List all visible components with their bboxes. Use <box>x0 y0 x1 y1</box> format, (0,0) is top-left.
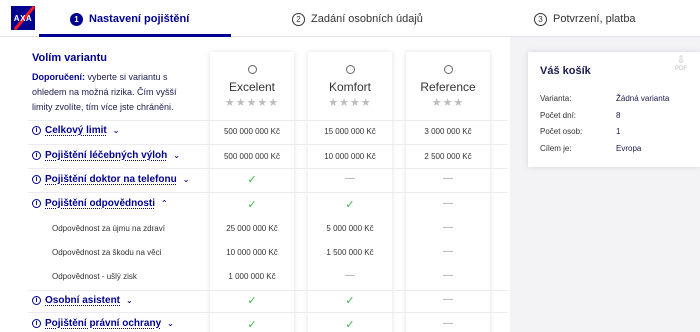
row-label: Osobní asistent <box>45 295 121 306</box>
row-label: Pojištění léčebných výloh <box>45 150 168 161</box>
table-cell: 500 000 000 Kč <box>223 127 281 136</box>
info-icon[interactable]: i <box>32 126 41 135</box>
info-icon[interactable]: i <box>32 319 41 328</box>
table-cell: 2 500 000 Kč <box>424 152 472 161</box>
variant-radio[interactable] <box>346 65 355 74</box>
check-icon: ✓ <box>247 199 257 211</box>
subrow-label: Odpovědnost za újmu na zdraví <box>52 224 165 233</box>
step-1[interactable]: 1 Nastavení pojištění <box>70 10 189 28</box>
check-icon: ✓ <box>345 319 355 331</box>
cart-value: 1 <box>616 127 621 136</box>
dash-icon: — <box>443 270 453 281</box>
table-cell: 10 000 000 Kč <box>226 248 278 257</box>
variant-name: Excelent <box>228 80 276 94</box>
check-icon: ✓ <box>247 319 257 331</box>
cart-label: Cílem je: <box>540 144 572 153</box>
chevron-down-icon[interactable]: ⌄ <box>173 151 180 160</box>
row-label: Pojištění právní ochrany <box>45 318 162 329</box>
row-label: Pojištění doktor na telefonu <box>45 174 177 185</box>
table-cell: 15 000 000 Kč <box>324 127 376 136</box>
info-icon[interactable]: i <box>32 175 41 184</box>
row-divider <box>28 290 508 291</box>
dash-icon: — <box>345 173 355 184</box>
info-icon[interactable]: i <box>32 199 41 208</box>
variant-radio[interactable] <box>444 65 453 74</box>
cart-value: Evropa <box>616 144 642 153</box>
pdf-label: PDF <box>675 66 687 72</box>
logo-text: AXA <box>13 13 33 23</box>
dash-icon: — <box>443 173 453 184</box>
dash-icon: — <box>443 246 453 257</box>
row-label: Pojištění odpovědnosti <box>45 198 156 209</box>
step-3[interactable]: 3 Potvrzení, platba <box>534 10 636 28</box>
step-1-number: 1 <box>70 12 83 26</box>
variant-stars: ★★★ <box>431 97 465 109</box>
row-doktor-na-telefonu[interactable]: i Pojištění doktor na telefonu ⌄ <box>32 174 189 185</box>
dash-icon: — <box>345 270 355 281</box>
check-icon: ✓ <box>345 199 355 211</box>
dash-icon: — <box>443 198 453 209</box>
cart-value: Žádná varianta <box>616 94 670 103</box>
step-2-label: Zadání osobních údajů <box>311 13 423 25</box>
table-cell: 1 000 000 Kč <box>228 272 276 281</box>
table-cell: 3 000 000 Kč <box>424 127 472 136</box>
chevron-up-icon[interactable]: ⌃ <box>161 199 168 208</box>
cart-label: Varianta: <box>540 94 572 103</box>
recommendation-lead: Doporučení: <box>32 72 85 82</box>
choose-variant-title: Volím variantu <box>32 52 107 64</box>
row-divider <box>28 168 508 169</box>
cart-title: Váš košík <box>540 65 591 77</box>
info-icon[interactable]: i <box>32 296 41 305</box>
recommendation-text: Doporučení: vyberte si variantu s ohlede… <box>32 70 182 115</box>
check-icon: ✓ <box>345 295 355 307</box>
row-celkovy-limit[interactable]: i Celkový limit ⌄ <box>32 125 119 136</box>
row-lecebne-vylohy[interactable]: i Pojištění léčebných výloh ⌄ <box>32 150 180 161</box>
info-icon[interactable]: i <box>32 151 41 160</box>
pdf-download-icon[interactable]: ⇩ PDF <box>674 56 688 74</box>
row-divider <box>28 312 508 313</box>
row-pravni-ochrana[interactable]: i Pojištění právní ochrany ⌄ <box>32 318 174 329</box>
row-osobni-asistent[interactable]: i Osobní asistent ⌄ <box>32 295 133 306</box>
cart-value: 8 <box>616 111 621 120</box>
chevron-down-icon[interactable]: ⌄ <box>183 175 190 184</box>
step-3-label: Potvrzení, platba <box>553 13 636 25</box>
dash-icon: — <box>443 222 453 233</box>
dash-icon: — <box>443 294 453 305</box>
step-3-number: 3 <box>534 12 547 26</box>
table-cell: 25 000 000 Kč <box>226 224 278 233</box>
top-header: AXA 1 Nastavení pojištění 2 Zadání osobn… <box>0 0 700 37</box>
check-icon: ✓ <box>247 174 257 186</box>
row-label: Celkový limit <box>45 125 107 136</box>
axa-logo[interactable]: AXA <box>11 6 35 30</box>
variant-stars: ★★★★★ <box>224 97 280 109</box>
step-1-label: Nastavení pojištění <box>89 13 190 25</box>
cart-panel: Váš košík ⇩ PDF Varianta: Žádná varianta… <box>528 52 700 167</box>
row-divider <box>28 144 508 145</box>
step-2[interactable]: 2 Zadání osobních údajů <box>292 10 423 28</box>
row-divider <box>28 120 508 121</box>
subrow-label: Odpovědnost za škodu na věci <box>52 248 162 257</box>
dash-icon: — <box>443 318 453 329</box>
table-cell: 1 500 000 Kč <box>326 248 374 257</box>
subrow-label: Odpovědnost - ušlý zisk <box>52 272 137 281</box>
table-cell: 10 000 000 Kč <box>324 152 376 161</box>
row-divider <box>28 192 508 193</box>
chevron-down-icon[interactable]: ⌄ <box>126 296 133 305</box>
table-cell: 5 000 000 Kč <box>326 224 374 233</box>
variant-stars: ★★★★ <box>328 97 372 109</box>
variant-name: Komfort <box>328 80 371 94</box>
step-2-number: 2 <box>292 12 305 26</box>
chevron-down-icon[interactable]: ⌄ <box>167 319 174 328</box>
chevron-down-icon[interactable]: ⌄ <box>113 126 120 135</box>
check-icon: ✓ <box>247 295 257 307</box>
variant-name: Reference <box>420 80 476 94</box>
table-cell: 500 000 000 Kč <box>223 152 281 161</box>
cart-label: Počet dní: <box>540 111 577 120</box>
cart-label: Počet osob: <box>540 127 583 136</box>
variant-radio[interactable] <box>248 65 257 74</box>
row-odpovednost[interactable]: i Pojištění odpovědnosti ⌃ <box>32 198 168 209</box>
